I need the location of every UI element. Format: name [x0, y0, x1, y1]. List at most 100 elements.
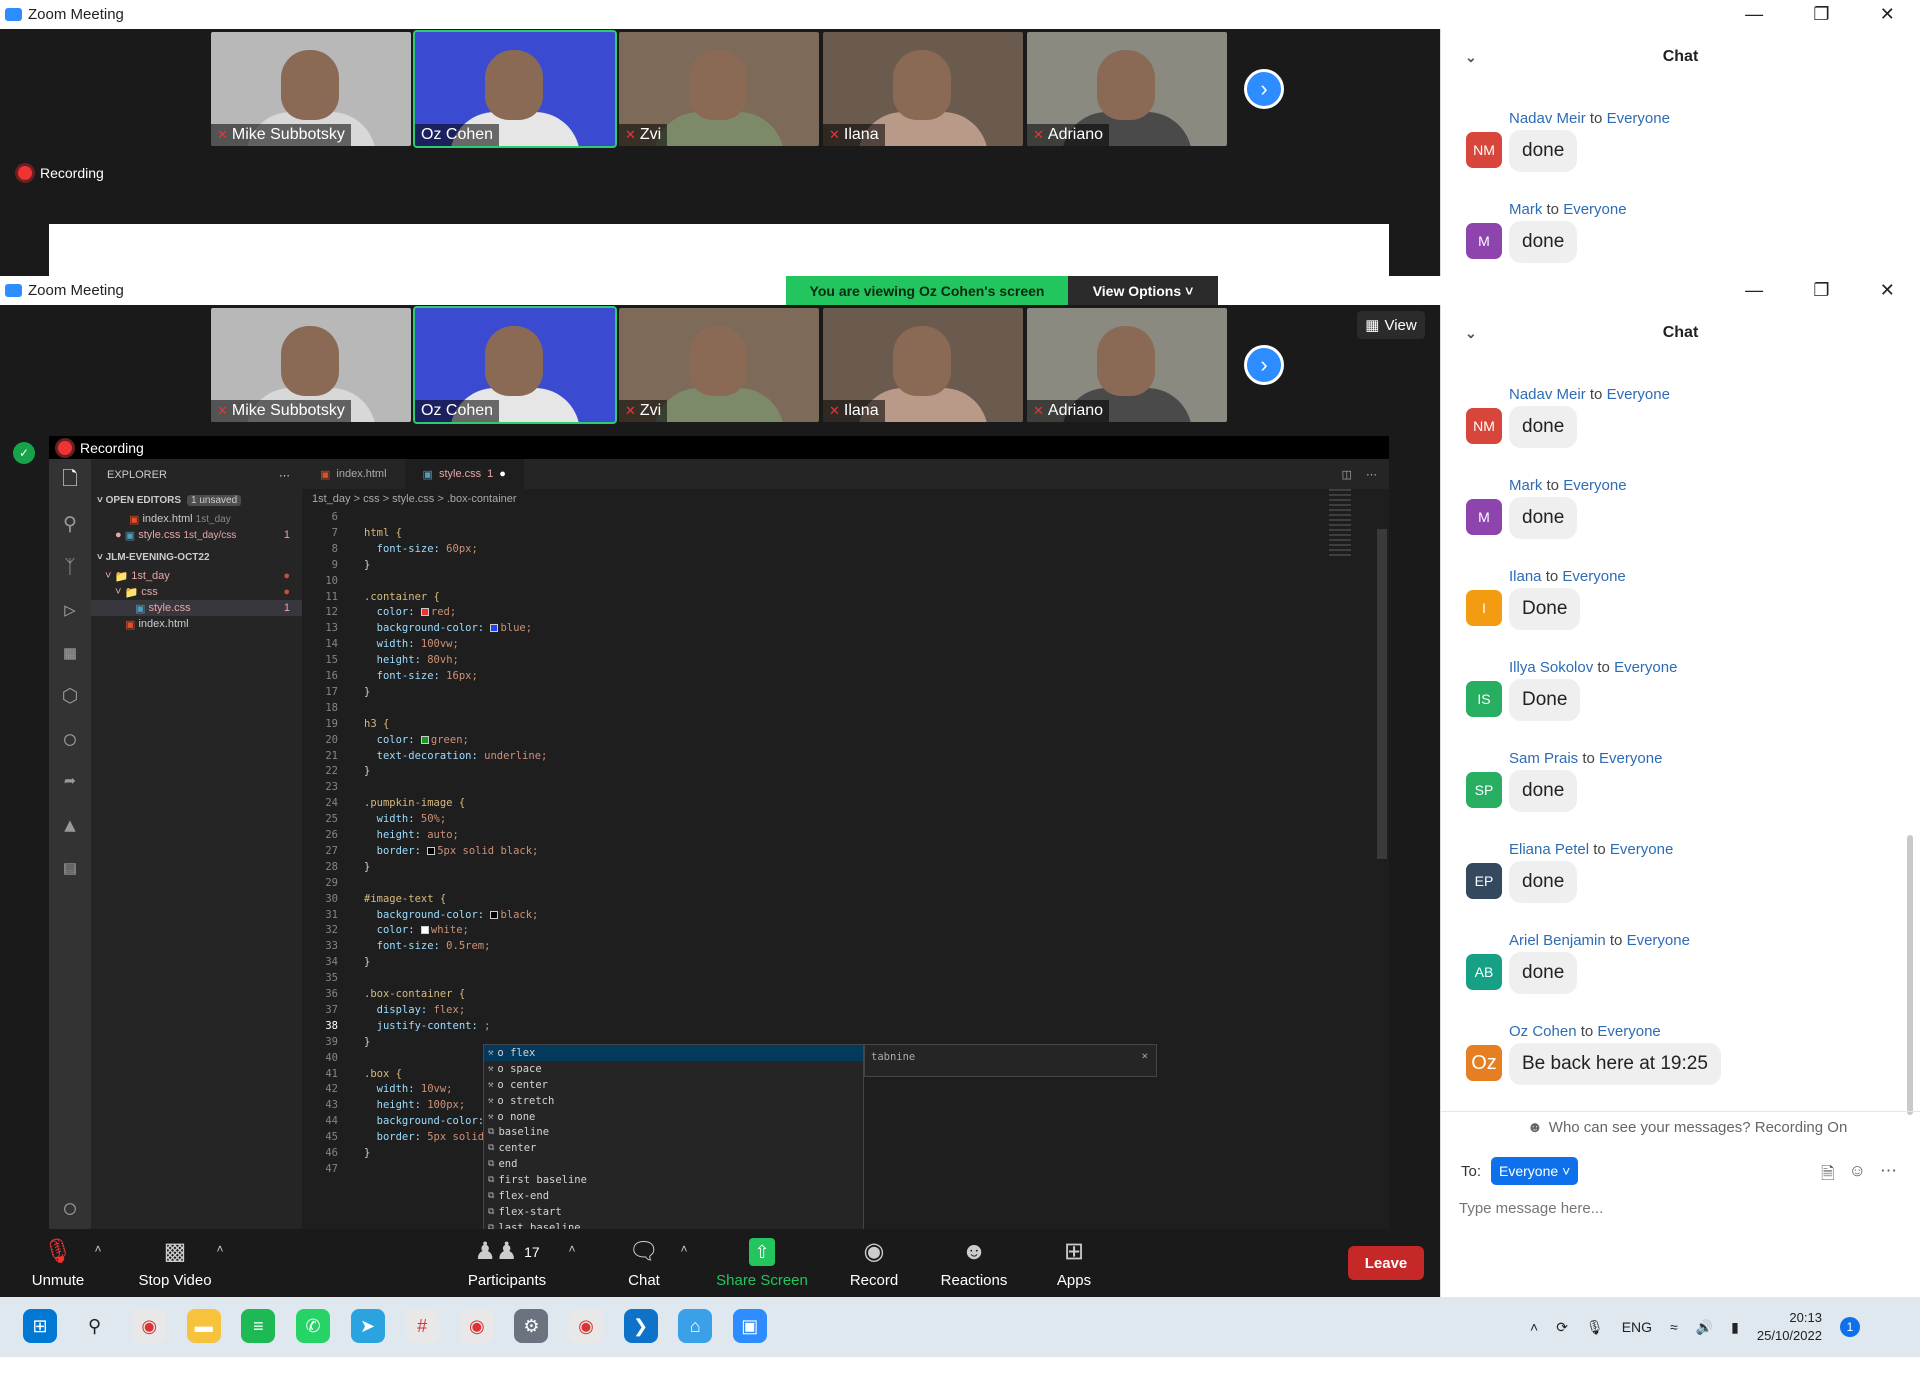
sender-name[interactable]: Mark [1509, 201, 1542, 218]
slack-icon[interactable]: # [405, 1309, 440, 1343]
chrome-icon[interactable]: ◉ [132, 1309, 167, 1343]
language-indicator[interactable]: ENG [1622, 1319, 1652, 1335]
participants-button[interactable]: ♟♟ 17 Participants [462, 1229, 552, 1297]
network-app-icon[interactable]: ⌂ [678, 1309, 713, 1343]
open-editor-index[interactable]: ▣ index.html 1st_day [91, 511, 302, 527]
recipient-name[interactable]: Everyone [1610, 841, 1673, 858]
extensions-icon[interactable]: ▦ [64, 631, 75, 674]
visibility-note[interactable]: ☻ Who can see your messages? Recording On [1527, 1119, 1847, 1136]
recipient-name[interactable]: Everyone [1562, 568, 1625, 585]
view-options-button[interactable]: View Options ˅ [1068, 276, 1218, 305]
participant-tile[interactable]: Oz Cohen [413, 30, 617, 148]
deploy-icon[interactable]: ▲ [64, 803, 75, 846]
chat-button[interactable]: 🗨 Chat [614, 1229, 674, 1297]
tab-index-html[interactable]: ▣ index.html [302, 459, 405, 489]
sender-name[interactable]: Mark [1509, 477, 1542, 494]
chevron-up-icon[interactable]: ˄ [1530, 1319, 1538, 1335]
sender-name[interactable]: Ariel Benjamin [1509, 932, 1606, 949]
windows-start-icon[interactable]: ⊞ [23, 1309, 57, 1343]
open-editors-header[interactable]: ˅ OPEN EDITORS 1 unsaved [91, 492, 302, 508]
autocomplete-list[interactable]: ⚒ o flex ⚒ o space ⚒ o center ⚒ o stretch ⚒ o non… [483, 1044, 864, 1230]
file-explorer-icon[interactable]: ▬ [186, 1309, 221, 1343]
video-options-caret[interactable]: ˄ [210, 1215, 230, 1283]
suggestion-item[interactable]: ⚒ o none [484, 1109, 863, 1125]
suggestion-item[interactable]: ⧉ first baseline [484, 1172, 863, 1188]
mic-icon[interactable]: 🎙 [1586, 1319, 1604, 1336]
search-icon[interactable]: ⚲ [63, 502, 77, 545]
message-text[interactable]: done [1509, 770, 1578, 812]
recipient-name[interactable]: Everyone [1627, 932, 1690, 949]
audio-options-caret[interactable]: ˄ [88, 1215, 108, 1283]
whatsapp-icon[interactable]: ✆ [296, 1309, 330, 1343]
breadcrumb-item[interactable]: .box-container [447, 493, 517, 505]
message-text[interactable]: done [1509, 952, 1578, 994]
share-screen-button[interactable]: ⇧ Share Screen [712, 1229, 812, 1297]
message-text[interactable]: Be back here at 19:25 [1509, 1043, 1721, 1085]
emoji-icon[interactable]: ☺ [1849, 1161, 1866, 1190]
breadcrumb-item[interactable]: 1st_day [312, 493, 351, 505]
participant-tile[interactable]: ✕ Adriano [1027, 32, 1227, 146]
message-text[interactable]: Done [1509, 679, 1581, 721]
participant-tile[interactable]: ✕ Mike Subbotsky [211, 32, 411, 146]
recipient-name[interactable]: Everyone [1597, 1023, 1660, 1040]
scrollbar[interactable] [1377, 529, 1387, 859]
sender-name[interactable]: Eliana Petel [1509, 841, 1589, 858]
message-text[interactable]: Done [1509, 588, 1581, 630]
notes-icon[interactable]: ▤ [64, 846, 75, 889]
participant-tile[interactable]: Oz Cohen [413, 306, 617, 424]
leave-button[interactable]: Leave [1348, 1246, 1424, 1280]
sender-name[interactable]: Sam Prais [1509, 750, 1578, 767]
chat-caret[interactable]: ˄ [674, 1215, 694, 1283]
chrome-profile-icon[interactable]: ◉ [459, 1309, 494, 1343]
restore-icon[interactable]: ❐ [1813, 280, 1829, 301]
tree-folder-1st-day[interactable]: ˅ 📁 1st_day ● [91, 568, 302, 584]
spotify-icon[interactable]: ≡ [241, 1309, 276, 1343]
message-text[interactable]: done [1509, 130, 1578, 172]
record-button[interactable]: ◉ Record [844, 1229, 904, 1297]
message-text[interactable]: done [1509, 497, 1578, 539]
suggestion-item[interactable]: ⚒ o stretch [484, 1093, 863, 1109]
chevron-down-icon[interactable]: ⌄ [1465, 325, 1477, 342]
suggestion-item[interactable]: ⧉ baseline [484, 1124, 863, 1140]
recipient-name[interactable]: Everyone [1599, 750, 1662, 767]
run-debug-icon[interactable]: ▷ [64, 588, 75, 631]
close-icon[interactable]: ✕ [1880, 280, 1895, 301]
open-editor-style[interactable]: ● ▣ style.css 1st_day/css 1 [91, 527, 302, 543]
settings-icon[interactable]: ⚙ [514, 1309, 549, 1343]
speaker-icon[interactable]: 🔊 [1696, 1319, 1713, 1336]
sender-name[interactable]: Nadav Meir [1509, 110, 1586, 127]
notification-badge[interactable]: 1 [1839, 1317, 1860, 1337]
suggestion-item[interactable]: ⚒ o space [484, 1061, 863, 1077]
next-page-button[interactable]: › [1244, 69, 1284, 109]
tab-style-css[interactable]: ▣ style.css 1 ● [404, 459, 524, 489]
view-button[interactable]: ▦ View [1357, 311, 1425, 339]
suggestion-item[interactable]: ⧉ end [484, 1156, 863, 1172]
sync-icon[interactable]: ⟳ [1556, 1319, 1568, 1336]
message-text[interactable]: done [1509, 221, 1578, 263]
recipient-name[interactable]: Everyone [1607, 110, 1670, 127]
restore-icon[interactable]: ❐ [1813, 4, 1829, 25]
more-icon[interactable]: ⋯ [279, 469, 290, 482]
message-input[interactable] [1459, 1191, 1899, 1225]
tree-file-index[interactable]: ▣ index.html [91, 616, 302, 632]
wifi-icon[interactable]: ≈ [1670, 1319, 1678, 1335]
participant-tile[interactable]: ✕ Ilana [823, 308, 1023, 422]
participant-tile[interactable]: ✕ Ilana [823, 32, 1023, 146]
chrome-icon[interactable]: ◉ [569, 1309, 603, 1343]
sender-name[interactable]: Oz Cohen [1509, 1023, 1577, 1040]
files-icon[interactable]: 🗋 [62, 459, 77, 502]
participant-tile[interactable]: ✕ Zvi [619, 32, 819, 146]
participant-tile[interactable]: ✕ Mike Subbotsky [211, 308, 411, 422]
close-icon[interactable]: ✕ [1142, 1050, 1148, 1062]
chat-scrollbar[interactable] [1907, 835, 1913, 1115]
minimize-icon[interactable]: — [1745, 4, 1763, 25]
live-share-icon[interactable]: ➦ [64, 760, 75, 803]
suggestion-item[interactable]: ⧉ flex-end [484, 1188, 863, 1204]
remote-icon[interactable]: ⬡ [62, 674, 79, 717]
split-editor-icon[interactable]: ◫ [1342, 468, 1352, 481]
minimap[interactable] [1329, 489, 1351, 559]
source-control-icon[interactable]: ᛉ [64, 545, 75, 588]
telegram-icon[interactable]: ➤ [350, 1309, 385, 1343]
testing-icon[interactable]: ◯ [64, 717, 75, 760]
next-page-button[interactable]: › [1244, 345, 1284, 385]
